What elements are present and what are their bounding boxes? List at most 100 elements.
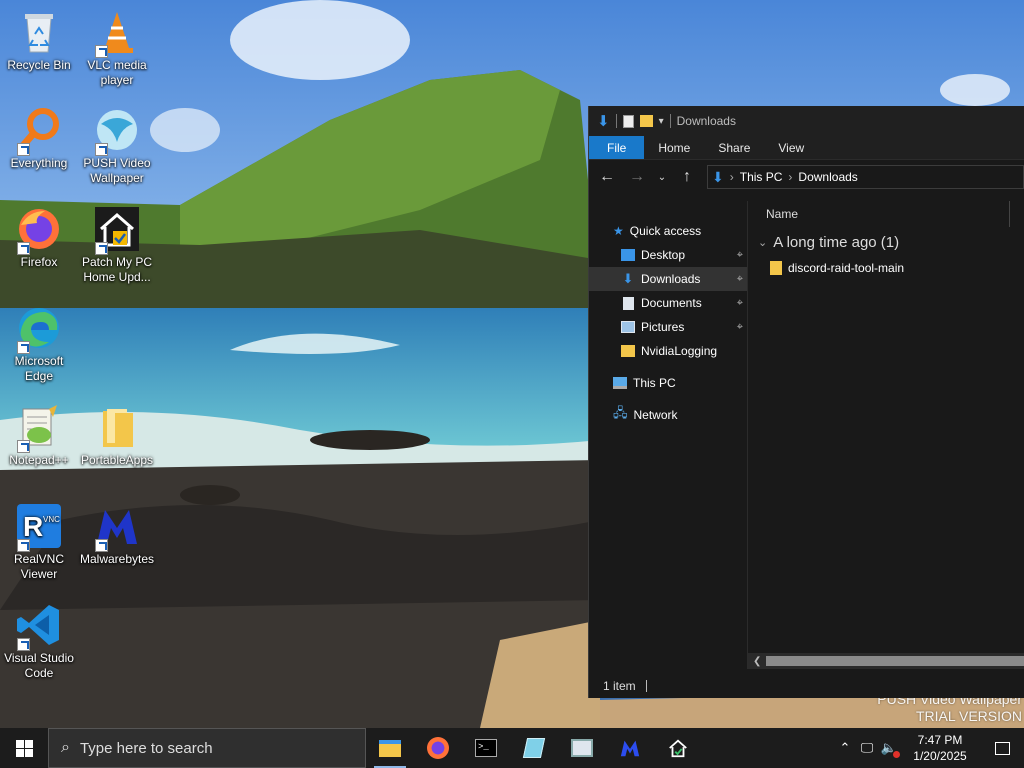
desktop-icon-firefox[interactable]: Firefox [0, 205, 78, 270]
folder-icon [621, 345, 635, 357]
item-count: 1 item [603, 679, 636, 693]
search-placeholder: Type here to search [79, 739, 213, 757]
volume-muted-icon[interactable]: 🔈 [878, 740, 900, 758]
nav-item-label: Documents [641, 296, 702, 310]
new-folder-icon[interactable] [639, 115, 653, 127]
tab-home[interactable]: Home [644, 136, 704, 159]
start-button[interactable] [0, 728, 48, 768]
navigation-row: ← → ⌄ ↑ ⬇ › This PC › Downloads [589, 160, 1024, 194]
breadcrumb-downloads[interactable]: Downloads [798, 170, 857, 184]
status-separator [645, 680, 647, 692]
notifications-button[interactable] [980, 728, 1024, 768]
wallpaper-watermark-line2: TRIAL VERSION [915, 708, 1022, 724]
desktop-icon-push-video-wallpaper[interactable]: PUSH Video Wallpaper [78, 106, 156, 186]
up-arrow-icon[interactable]: ↑ [677, 168, 697, 186]
nav-item-label: This PC [633, 376, 676, 390]
shortcut-arrow-icon [17, 638, 30, 651]
command-prompt-icon: >_ [475, 739, 497, 757]
shortcut-arrow-icon [17, 539, 30, 552]
svg-text:R: R [23, 511, 43, 542]
customize-toolbar-chevron-icon[interactable]: ▾ [659, 116, 664, 127]
clock[interactable]: 7:47 PM 1/20/2025 [900, 732, 980, 764]
scroll-left-icon[interactable]: ❮ [748, 656, 761, 667]
desktop-icon-vlc[interactable]: VLC media player [78, 8, 156, 88]
forward-arrow-icon[interactable]: → [627, 168, 647, 186]
titlebar-separator [669, 114, 671, 128]
windows-logo-icon [15, 739, 33, 757]
ribbon-tabs: File Home Share View [589, 136, 1024, 160]
computer-icon [613, 377, 627, 389]
file-group-header[interactable]: ⌄ A long time ago (1) [748, 227, 1024, 257]
titlebar-separator [615, 114, 617, 128]
desktop-icon-edge[interactable]: Microsoft Edge [0, 304, 78, 384]
file-list-pane[interactable]: Name ⌄ A long time ago (1) discord-raid-… [748, 201, 1024, 669]
file-explorer-window[interactable]: ⬇ ▾ Downloads File Home Share View ← → ⌄… [588, 106, 1024, 698]
column-header-name[interactable]: Name [748, 201, 1010, 227]
network-icon[interactable]: 🖵 [856, 740, 878, 756]
file-name: discord-raid-tool-main [788, 261, 905, 275]
remote-desktop-icon [571, 739, 593, 757]
show-hidden-icons-chevron-icon[interactable]: ⌃ [834, 740, 856, 756]
nav-item-label: Network [633, 408, 678, 422]
desktop-icon-label: Recycle Bin [7, 58, 71, 72]
recycle-bin-icon [15, 8, 63, 56]
desktop-icon-label: PortableApps [80, 453, 154, 467]
desktop-icon-label: Everything [10, 156, 68, 170]
address-bar[interactable]: ⬇ › This PC › Downloads [707, 165, 1024, 189]
nav-item-this-pc[interactable]: This PC [589, 371, 747, 395]
taskbar-terminal[interactable]: >_ [462, 728, 510, 768]
push-video-wallpaper-icon [93, 106, 141, 156]
tab-share[interactable]: Share [704, 136, 764, 159]
taskbar-file-explorer[interactable] [366, 728, 414, 768]
nav-item-desktop[interactable]: Desktop ⌖ [589, 243, 747, 267]
nav-item-documents[interactable]: Documents ⌖ [589, 291, 747, 315]
taskbar-app-5[interactable] [558, 728, 606, 768]
file-explorer-icon [379, 739, 401, 757]
scrollbar-thumb[interactable] [766, 656, 1024, 666]
desktop-icon-portableapps[interactable]: PortableApps [78, 403, 156, 468]
properties-icon[interactable] [622, 114, 634, 128]
taskbar-firefox[interactable] [414, 728, 462, 768]
folder-icon [770, 261, 782, 275]
tab-file[interactable]: File [589, 136, 645, 159]
pictures-icon [621, 321, 635, 333]
window-titlebar[interactable]: ⬇ ▾ Downloads [589, 106, 1024, 136]
shortcut-arrow-icon [17, 143, 30, 156]
taskbar-malwarebytes[interactable] [606, 728, 654, 768]
desktop-icon-patch-my-pc[interactable]: Patch My PC Home Upd... [78, 205, 156, 285]
system-tray: ⌃ 🖵 🔈 7:47 PM 1/20/2025 [834, 728, 1024, 768]
nav-item-nvidialogging[interactable]: NvidiaLogging [589, 339, 747, 363]
breadcrumb-chevron-icon[interactable]: › [730, 170, 734, 184]
nav-item-network[interactable]: 🖧 Network [589, 403, 747, 427]
nav-item-pictures[interactable]: Pictures ⌖ [589, 315, 747, 339]
pin-icon: ⌖ [736, 320, 743, 333]
clock-time: 7:47 PM [917, 733, 963, 747]
realvnc-icon: R VNC [15, 502, 63, 552]
desktop-icon-everything[interactable]: Everything [0, 106, 78, 171]
back-arrow-icon[interactable]: ← [597, 168, 617, 186]
nav-item-quick-access[interactable]: ★ Quick access [589, 219, 747, 243]
horizontal-scrollbar[interactable]: ❮ [748, 653, 1024, 669]
desktop-icon-malwarebytes[interactable]: Malwarebytes [78, 502, 156, 567]
breadcrumb-chevron-icon[interactable]: › [788, 170, 792, 184]
search-icon: ⌕ [61, 739, 70, 756]
breadcrumb-this-pc[interactable]: This PC [740, 170, 783, 184]
collapse-chevron-icon[interactable]: ⌄ [758, 236, 767, 249]
desktop-icon-recycle-bin[interactable]: Recycle Bin [0, 8, 78, 73]
shortcut-arrow-icon [95, 143, 108, 156]
tab-view[interactable]: View [764, 136, 818, 159]
taskbar-patch-my-pc[interactable] [654, 728, 702, 768]
firefox-icon [427, 737, 449, 759]
taskbar-app-4[interactable] [510, 728, 558, 768]
desktop-icon-label: RealVNC Viewer [13, 552, 64, 581]
nav-item-downloads[interactable]: ⬇ Downloads ⌖ [589, 267, 747, 291]
desktop-icon-notepad-plus-plus[interactable]: Notepad++ [0, 403, 78, 468]
malwarebytes-icon [620, 740, 640, 757]
taskbar-search-box[interactable]: ⌕ Type here to search [48, 728, 366, 768]
file-row[interactable]: discord-raid-tool-main [748, 257, 1024, 279]
desktop-icon-vscode[interactable]: Visual Studio Code [0, 601, 78, 681]
recent-locations-chevron-icon[interactable]: ⌄ [657, 172, 667, 183]
nav-item-label: Quick access [629, 224, 702, 238]
desktop-icon-realvnc[interactable]: R VNC RealVNC Viewer [0, 502, 78, 582]
shortcut-arrow-icon [17, 341, 30, 354]
